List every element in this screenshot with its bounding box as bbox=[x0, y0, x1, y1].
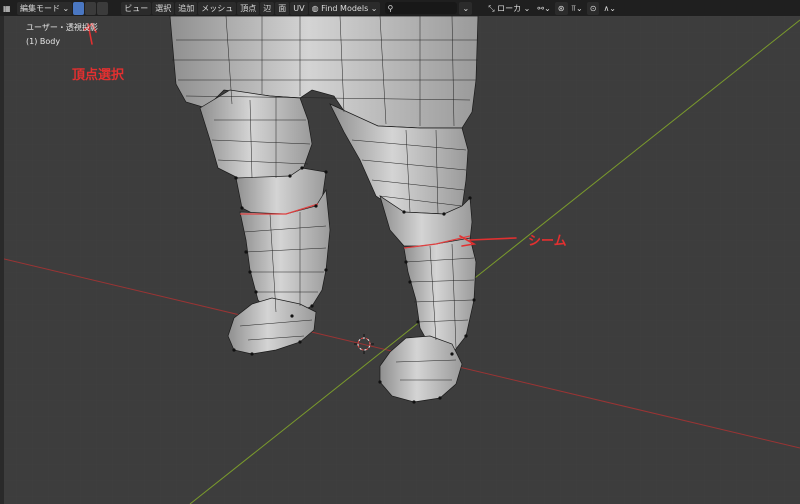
falloff-icon[interactable]: ∧⌄ bbox=[600, 2, 619, 15]
snap-icon[interactable]: ⊛ bbox=[554, 1, 568, 15]
menu-mesh[interactable]: メッシュ bbox=[198, 1, 237, 15]
menu-uv[interactable]: UV bbox=[290, 1, 308, 15]
search-icon: ⚲ bbox=[387, 3, 394, 13]
mode-dropdown[interactable]: 編集モード ⌄ bbox=[17, 1, 73, 15]
3d-viewport[interactable] bbox=[0, 16, 800, 504]
object-label: (1) Body bbox=[26, 37, 61, 46]
menu-face[interactable]: 面 bbox=[275, 1, 290, 15]
menu-select[interactable]: 選択 bbox=[152, 1, 175, 15]
orientation-icon: ⤡ bbox=[488, 3, 495, 13]
menu-view[interactable]: ビュー bbox=[121, 1, 152, 15]
face-select-button[interactable] bbox=[97, 1, 109, 15]
pivot-point-icon[interactable]: ⚯⌄ bbox=[534, 2, 553, 15]
snap-target-icon[interactable]: ⫪⌄ bbox=[569, 2, 586, 15]
menu-vertex[interactable]: 頂点 bbox=[237, 1, 260, 15]
annotation-vertex-select: 頂点選択 bbox=[72, 68, 125, 83]
edge-select-button[interactable] bbox=[85, 1, 97, 15]
orientation-label: ローカ bbox=[497, 3, 522, 13]
mode-label: 編集モード bbox=[20, 3, 60, 13]
view-name: ユーザー・透視投影 bbox=[26, 23, 98, 32]
vertex-select-button[interactable] bbox=[73, 1, 85, 15]
collapse-toggle[interactable]: ⌄ bbox=[459, 1, 473, 15]
proportional-edit-icon[interactable]: ⊙ bbox=[586, 1, 600, 15]
header-toolbar: ▦ 編集モード ⌄ ビュー 選択 追加 メッシュ 頂点 辺 面 UV ◍ Fin… bbox=[0, 0, 800, 16]
menu-edge[interactable]: 辺 bbox=[260, 1, 275, 15]
transform-orientation-dropdown[interactable]: ⤡ ローカ ⌄ bbox=[485, 2, 533, 15]
globe-icon: ◍ bbox=[311, 3, 319, 13]
find-models-dropdown[interactable]: ◍ Find Models ⌄ bbox=[308, 1, 381, 15]
left-toolbar-strip bbox=[0, 16, 4, 504]
menu-add[interactable]: 追加 bbox=[175, 1, 198, 15]
editor-type-icon[interactable]: ▦ bbox=[0, 2, 16, 15]
find-models-label: Find Models bbox=[321, 3, 369, 13]
annotation-seam: シーム bbox=[528, 234, 567, 249]
search-field[interactable]: ⚲ bbox=[385, 2, 458, 14]
